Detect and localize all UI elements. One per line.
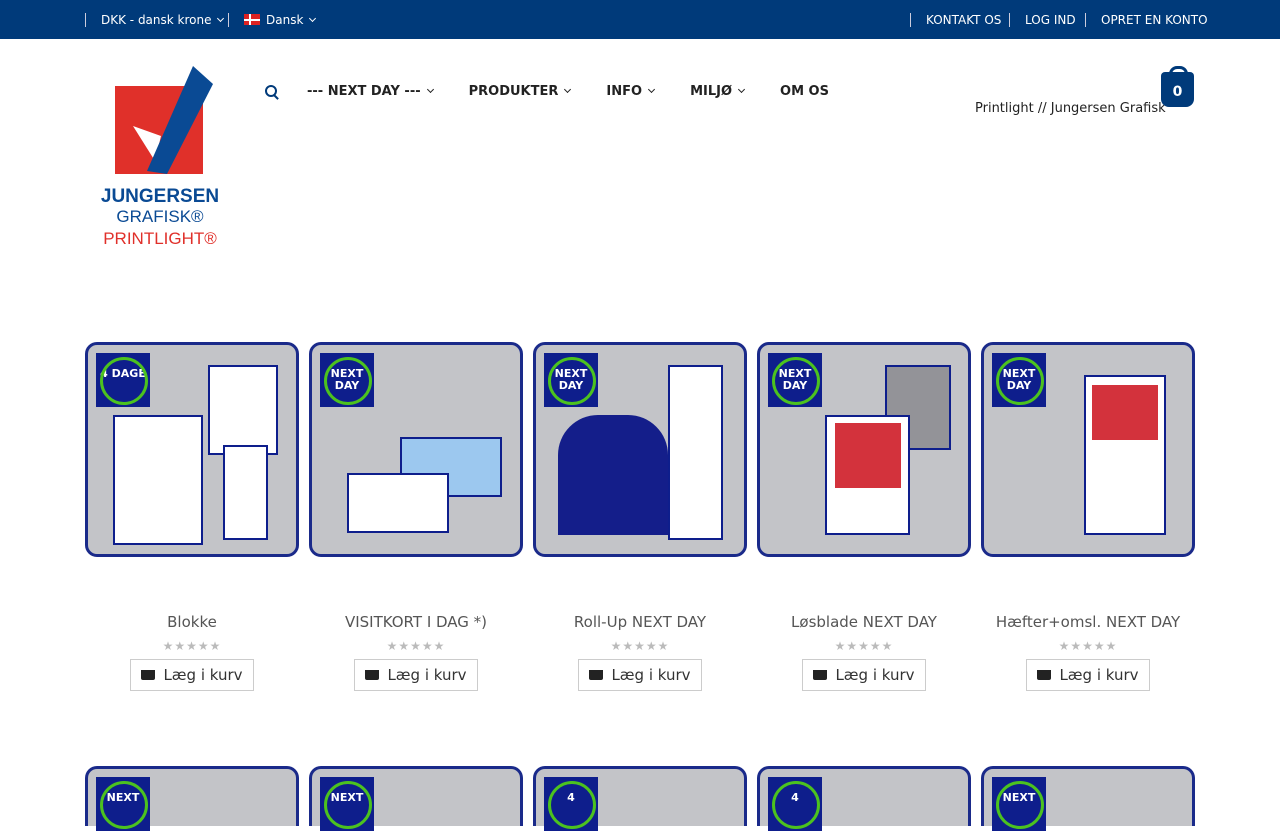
currency-label: DKK - dansk krone — [101, 13, 212, 27]
product-badge: 4 — [768, 777, 822, 831]
product-badge: NEXT — [96, 777, 150, 831]
nav-miljo[interactable]: MILJØ — [690, 84, 746, 99]
nav-produkter[interactable]: PRODUKTER — [468, 84, 572, 99]
product-badge: NEXT — [320, 777, 374, 831]
search-icon[interactable] — [265, 84, 279, 99]
product-card: NEXT DAY Hæfter+omsl. NEXT DAY ★★★★★ Læg… — [981, 342, 1195, 691]
cart-icon — [1037, 670, 1052, 680]
rating-stars: ★★★★★ — [610, 639, 670, 653]
nav-om-os[interactable]: OM OS — [780, 84, 829, 99]
product-card: NEXT DAY Løsblade NEXT DAY ★★★★★ Læg i k… — [757, 342, 971, 691]
top-bar: DKK - dansk krone Dansk KONTAKT OS LOG I… — [0, 0, 1280, 39]
nav-info[interactable]: INFO — [606, 84, 656, 99]
product-image[interactable]: 4 DAGE — [85, 342, 299, 557]
cart-icon — [589, 670, 604, 680]
svg-text:PRINTLIGHT®: PRINTLIGHT® — [103, 229, 217, 248]
product-image[interactable]: 4 — [533, 766, 747, 831]
language-label: Dansk — [266, 13, 304, 27]
rating-stars: ★★★★★ — [1058, 639, 1118, 653]
button-label: Læg i kurv — [1059, 666, 1139, 684]
product-badge: NEXT — [992, 777, 1046, 831]
product-image[interactable]: NEXT DAY — [309, 342, 523, 557]
login-link[interactable]: LOG IND — [1009, 13, 1076, 27]
product-image[interactable]: NEXT — [981, 766, 1195, 831]
product-image[interactable]: NEXT — [85, 766, 299, 831]
product-grid: 4 DAGE Blokke ★★★★★ Læg i kurv NEXT DAY … — [85, 342, 1195, 691]
create-account-link[interactable]: OPRET EN KONTO — [1085, 13, 1208, 27]
product-card: 4 DAGE Blokke ★★★★★ Læg i kurv — [85, 342, 299, 691]
cart-count: 0 — [1172, 84, 1183, 100]
product-title[interactable]: Roll-Up NEXT DAY — [533, 613, 747, 631]
cart-button[interactable]: 0 — [1161, 66, 1194, 107]
product-badge: NEXT DAY — [992, 353, 1046, 407]
add-to-cart-button[interactable]: Læg i kurv — [130, 659, 254, 691]
nav-label: PRODUKTER — [468, 84, 559, 99]
product-badge: 4 DAGE — [96, 353, 150, 407]
nav-label: MILJØ — [690, 84, 733, 99]
product-image[interactable]: NEXT DAY — [757, 342, 971, 557]
button-label: Læg i kurv — [387, 666, 467, 684]
rating-stars: ★★★★★ — [834, 639, 894, 653]
chevron-down-icon — [426, 85, 434, 94]
add-to-cart-button[interactable]: Læg i kurv — [354, 659, 478, 691]
nav-label: --- NEXT DAY --- — [307, 84, 421, 99]
currency-selector[interactable]: DKK - dansk krone — [85, 13, 225, 27]
cart-icon — [365, 670, 380, 680]
button-label: Læg i kurv — [611, 666, 691, 684]
product-title[interactable]: Blokke — [85, 613, 299, 631]
chevron-down-icon — [309, 14, 317, 23]
svg-text:JUNGERSEN: JUNGERSEN — [101, 186, 219, 207]
product-title[interactable]: Løsblade NEXT DAY — [757, 613, 971, 631]
product-badge: NEXT DAY — [768, 353, 822, 407]
product-title[interactable]: VISITKORT I DAG *) — [309, 613, 523, 631]
product-image[interactable]: NEXT DAY — [981, 342, 1195, 557]
language-selector[interactable]: Dansk — [228, 13, 317, 27]
contact-link[interactable]: KONTAKT OS — [910, 13, 1001, 27]
main-nav: --- NEXT DAY --- PRODUKTER INFO MILJØ OM… — [265, 84, 865, 99]
product-title[interactable]: Hæfter+omsl. NEXT DAY — [981, 613, 1195, 631]
nav-label: INFO — [606, 84, 643, 99]
product-grid-row-2: NEXT NEXT 4 4 NEXT — [85, 766, 1195, 831]
logo[interactable]: JUNGERSEN GRAFISK® PRINTLIGHT® — [85, 66, 235, 248]
add-to-cart-button[interactable]: Læg i kurv — [1026, 659, 1150, 691]
product-card: NEXT DAY VISITKORT I DAG *) ★★★★★ Læg i … — [309, 342, 523, 691]
chevron-down-icon — [564, 85, 572, 94]
product-card: NEXT DAY Roll-Up NEXT DAY ★★★★★ Læg i ku… — [533, 342, 747, 691]
rating-stars: ★★★★★ — [386, 639, 446, 653]
product-image[interactable]: NEXT — [309, 766, 523, 831]
cart-icon — [813, 670, 828, 680]
button-label: Læg i kurv — [835, 666, 915, 684]
product-image[interactable]: NEXT DAY — [533, 342, 747, 557]
add-to-cart-button[interactable]: Læg i kurv — [578, 659, 702, 691]
nav-next-day[interactable]: --- NEXT DAY --- — [307, 84, 434, 99]
danish-flag-icon — [244, 14, 260, 25]
product-badge: NEXT DAY — [320, 353, 374, 407]
rating-stars: ★★★★★ — [162, 639, 222, 653]
cart-icon — [141, 670, 156, 680]
add-to-cart-button[interactable]: Læg i kurv — [802, 659, 926, 691]
chevron-down-icon — [737, 85, 746, 94]
product-image[interactable]: 4 — [757, 766, 971, 831]
svg-text:GRAFISK®: GRAFISK® — [116, 207, 204, 226]
chevron-down-icon — [648, 85, 656, 94]
chevron-down-icon — [217, 14, 225, 23]
product-badge: 4 — [544, 777, 598, 831]
brand-text: Printlight // Jungersen Grafisk — [975, 101, 1166, 116]
button-label: Læg i kurv — [163, 666, 243, 684]
product-badge: NEXT DAY — [544, 353, 598, 407]
